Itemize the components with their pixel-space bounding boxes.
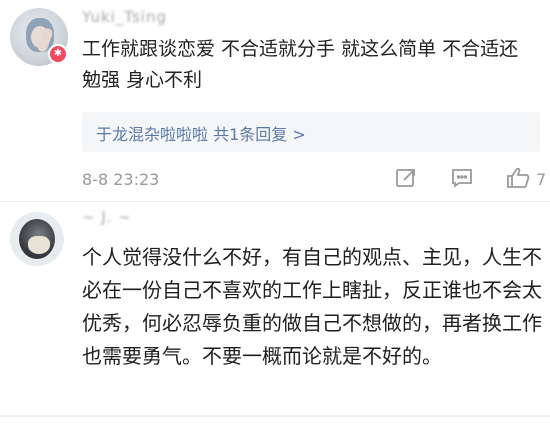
- avatar[interactable]: [10, 212, 64, 266]
- divider: [0, 201, 550, 202]
- verified-badge-icon: ✱: [48, 44, 68, 64]
- like-count: 7: [536, 170, 547, 189]
- username[interactable]: Yuki_Tsing: [82, 8, 167, 26]
- reply-summary-text[interactable]: 于龙混杂啦啦啦 共1条回复 >: [96, 121, 306, 145]
- share-icon[interactable]: [394, 166, 418, 190]
- comment-text: 个人觉得没什么不好，有自己的观点、主见，人生不必在一份自己不喜欢的工作上瞎扯，反…: [82, 245, 542, 368]
- divider: [0, 415, 550, 417]
- comment-icon[interactable]: [450, 166, 474, 190]
- reply-summary[interactable]: 于龙混杂啦啦啦 共1条回复 >: [82, 112, 540, 152]
- username[interactable]: ~ J. ~: [82, 208, 132, 226]
- like-icon[interactable]: [506, 166, 532, 190]
- comment-text: 工作就跟谈恋爱 不合适就分手 就这么简单 不合适还勉强 身心不利: [82, 38, 519, 91]
- timestamp: 8-8 23:23: [82, 170, 160, 189]
